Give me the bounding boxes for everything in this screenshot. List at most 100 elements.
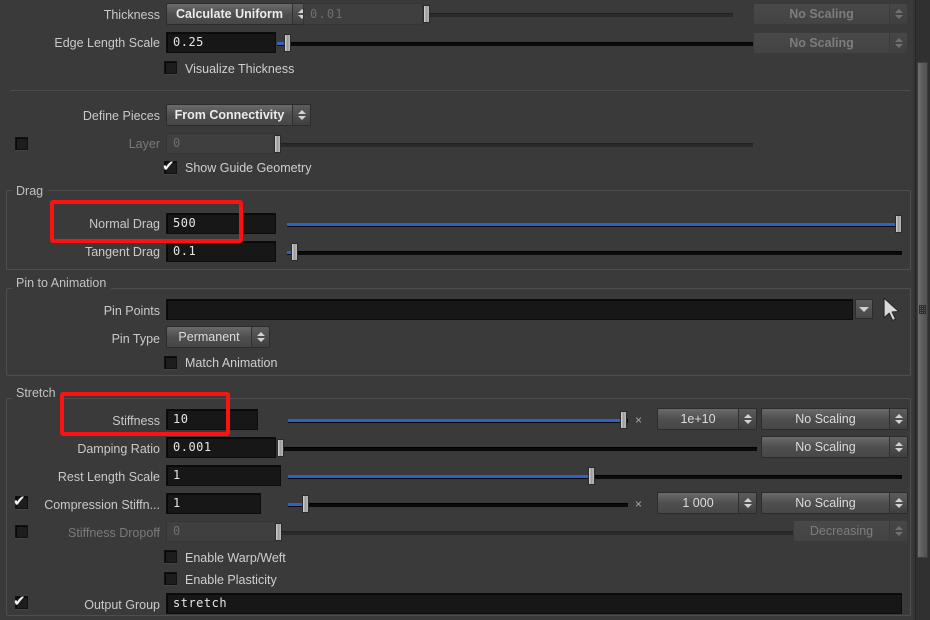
scrollbar-grip-icon [919, 305, 926, 314]
edge-length-scaling-value: No Scaling [789, 36, 854, 50]
stiffness-multiplier-dropdown[interactable]: 1e+10 [657, 408, 757, 430]
compression-stiffness-scaling-dropdown[interactable]: No Scaling [761, 492, 908, 514]
slider-knob[interactable] [291, 243, 298, 261]
rest-length-scale-label: Rest Length Scale [57, 470, 160, 484]
spinner-arrows-icon[interactable] [738, 493, 756, 513]
enable-plasticity-checkbox[interactable] [164, 572, 177, 585]
damping-ratio-label: Damping Ratio [77, 442, 160, 456]
slider-track [423, 13, 733, 17]
define-pieces-label: Define Pieces [82, 109, 160, 123]
slider-track [277, 447, 757, 451]
define-pieces-dropdown[interactable]: From Connectivity [166, 104, 311, 126]
enable-plasticity-label: Enable Plasticity [185, 573, 277, 587]
thickness-value-field[interactable]: 0.01 [303, 3, 423, 25]
chevron-down-icon [859, 306, 869, 312]
stiffness-field[interactable]: 10 [166, 409, 258, 430]
slider-knob[interactable] [620, 411, 627, 429]
tangent-drag-label: Tangent Drag [84, 245, 160, 259]
compression-stiffness-slider[interactable] [288, 494, 628, 514]
compression-stiffness-multiplier-dropdown[interactable]: 1 000 [657, 492, 757, 514]
stiffness-label: Stiffness [112, 414, 160, 428]
stiffness-dropoff-slider[interactable] [275, 522, 795, 542]
spinner-arrows-icon[interactable] [889, 521, 907, 541]
spinner-arrows-icon[interactable] [889, 4, 907, 24]
slider-knob[interactable] [588, 467, 595, 485]
slider-track [277, 42, 753, 46]
normal-drag-field[interactable]: 500 [166, 213, 276, 234]
stiffness-slider[interactable] [288, 410, 628, 430]
thickness-label: Thickness [103, 8, 160, 22]
slider-fill [288, 419, 624, 422]
slider-track [287, 251, 902, 255]
output-group-label: Output Group [84, 598, 160, 612]
slider-knob[interactable] [423, 5, 430, 23]
compression-stiffness-scaling-value: No Scaling [795, 496, 856, 510]
pin-type-dropdown[interactable]: Permanent [166, 326, 270, 348]
pin-type-label: Pin Type [111, 332, 160, 346]
edge-length-scale-field[interactable]: 0.25 [166, 32, 276, 53]
stiffness-dropoff-mode-value: Decreasing [809, 524, 874, 538]
drag-section-title: Drag [12, 184, 49, 198]
pin-type-value: Permanent [178, 330, 240, 344]
damping-ratio-slider[interactable] [277, 438, 757, 458]
normal-drag-slider[interactable] [287, 214, 902, 234]
spinner-arrows-icon[interactable] [889, 409, 907, 429]
slider-track [288, 503, 628, 507]
edge-length-scale-label: Edge Length Scale [54, 36, 160, 50]
match-animation-label: Match Animation [185, 356, 278, 370]
spinner-arrows-icon[interactable] [738, 409, 756, 429]
pin-points-field[interactable] [166, 299, 853, 320]
compression-stiffness-field[interactable]: 1 [166, 493, 261, 514]
visualize-thickness-label: Visualize Thickness [185, 62, 295, 76]
compression-stiffness-multiply-icon: × [635, 497, 643, 511]
tangent-drag-slider[interactable] [287, 242, 902, 262]
spinner-arrows-icon[interactable] [889, 493, 907, 513]
stiffness-scaling-dropdown[interactable]: No Scaling [761, 408, 908, 430]
spinner-arrows-icon[interactable] [889, 33, 907, 53]
layer-label: Layer [128, 137, 160, 151]
define-pieces-value: From Connectivity [174, 108, 285, 122]
spinner-arrows-icon[interactable] [251, 327, 269, 347]
output-group-field[interactable]: stretch [166, 593, 902, 614]
compression-stiffness-multiplier-value: 1 000 [682, 496, 714, 510]
stiffness-dropoff-label: Stiffness Dropoff [68, 526, 160, 540]
rest-length-scale-slider[interactable] [288, 466, 902, 486]
rest-length-scale-field[interactable]: 1 [166, 465, 281, 486]
parameter-panel: Thickness Calculate Uniform 0.01 No Scal… [0, 0, 930, 620]
thickness-scaling-dropdown[interactable]: No Scaling [753, 3, 908, 25]
spinner-arrows-icon[interactable] [889, 437, 907, 457]
edge-length-scale-slider[interactable] [277, 33, 753, 53]
visualize-thickness-checkbox[interactable] [164, 61, 177, 74]
pin-points-dropdown-button[interactable] [855, 299, 873, 319]
show-guide-geometry-checkbox[interactable] [164, 161, 177, 174]
slider-track [277, 143, 753, 147]
stiffness-dropoff-mode-dropdown[interactable]: Decreasing [793, 520, 908, 542]
damping-ratio-scaling-dropdown[interactable]: No Scaling [761, 436, 908, 458]
edge-length-scaling-dropdown[interactable]: No Scaling [753, 32, 908, 54]
slider-knob[interactable] [275, 523, 282, 541]
stiffness-dropoff-field[interactable]: 0 [166, 521, 276, 542]
pin-to-animation-section-title: Pin to Animation [12, 276, 112, 290]
slider-knob[interactable] [274, 135, 281, 153]
enable-warp-weft-checkbox[interactable] [164, 550, 177, 563]
slider-knob[interactable] [895, 215, 902, 233]
thickness-slider[interactable] [423, 4, 733, 24]
damping-ratio-field[interactable]: 0.001 [166, 437, 276, 458]
tangent-drag-field[interactable]: 0.1 [166, 241, 276, 262]
layer-slider[interactable] [274, 134, 753, 154]
slider-knob[interactable] [302, 495, 309, 513]
stretch-section-title: Stretch [12, 386, 61, 400]
stiffness-multiply-icon: × [635, 413, 643, 427]
slider-knob[interactable] [284, 34, 291, 52]
thickness-mode-value: Calculate Uniform [176, 7, 283, 21]
compression-stiffness-label: Compression Stiffn... [44, 498, 160, 512]
match-animation-checkbox[interactable] [164, 356, 177, 369]
layer-field[interactable]: 0 [166, 133, 276, 154]
slider-fill [288, 475, 592, 478]
normal-drag-label: Normal Drag [89, 217, 160, 231]
slider-knob[interactable] [277, 439, 284, 457]
mouse-cursor-icon [883, 297, 900, 322]
thickness-mode-dropdown[interactable]: Calculate Uniform [166, 3, 311, 25]
slider-track [277, 531, 795, 535]
spinner-arrows-icon[interactable] [292, 105, 310, 125]
